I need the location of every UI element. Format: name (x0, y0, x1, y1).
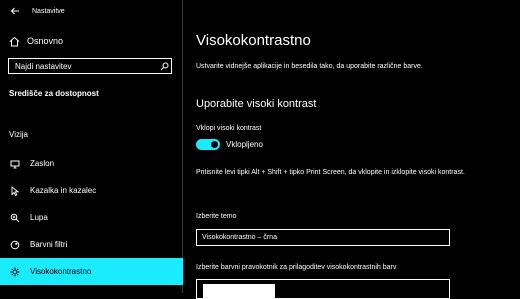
color-rect-panel (196, 279, 450, 299)
search-input[interactable] (9, 61, 157, 71)
page-description: Ustvarite vidnejše aplikacije in besedil… (196, 63, 423, 70)
back-button[interactable] (8, 4, 22, 18)
sidebar-item-magnifier[interactable]: Lupa (0, 204, 183, 231)
nav-home-label: Osnovno (27, 36, 64, 46)
nav-home[interactable]: Osnovno (8, 35, 63, 47)
theme-label: Izberite temo (196, 213, 237, 220)
group-title-vision: Vizija (9, 130, 28, 139)
theme-dropdown[interactable]: Visokokontrastno – črna (196, 229, 450, 246)
nav-list: Zaslon Kazalka in kazalec Lupa Barvni fi… (0, 150, 183, 285)
sidebar-item-label: Lupa (30, 213, 48, 222)
sidebar-item-label: Visokokontrastno (30, 267, 92, 276)
sidebar-item-color-filters[interactable]: Barvni filtri (0, 231, 183, 258)
sidebar-item-high-contrast[interactable]: Visokokontrastno (0, 258, 183, 285)
page-title: Visokokontrastno (196, 32, 311, 49)
sidebar-item-cursor-pointer[interactable]: Kazalka in kazalec (0, 177, 183, 204)
section-title: Uporabite visoki kontrast (196, 98, 317, 110)
search-box[interactable] (8, 58, 172, 74)
sidebar-item-label: Kazalka in kazalec (30, 186, 97, 195)
cursor-icon (9, 185, 21, 197)
accessibility-center-title: Središče za dostopnost (9, 89, 99, 98)
sidebar-item-label: Zaslon (30, 159, 55, 168)
theme-dropdown-value: Visokokontrastno – črna (202, 234, 277, 241)
high-contrast-toggle-row: Vklopljeno (196, 139, 263, 150)
color-rect-label: Izberite barvni pravokotnik za prilagodi… (196, 264, 397, 271)
shortcut-hint: Pritisnite levi tipki Alt + Shift + tipk… (196, 169, 465, 176)
color-swatch-text[interactable] (203, 284, 275, 298)
sidebar: Nastavitve Osnovno Središče za dostopnos… (0, 0, 183, 293)
toggle-knob (211, 141, 218, 148)
main-content: Visokokontrastno Ustvarite vidnejše apli… (196, 0, 520, 299)
title-bar: Nastavitve (8, 4, 65, 18)
home-icon (8, 35, 20, 47)
toggle-label: Vklopi visoki kontrast (196, 125, 262, 132)
magnifier-icon (9, 212, 21, 224)
search-icon[interactable] (157, 59, 171, 73)
contrast-icon (9, 266, 21, 278)
sidebar-item-display[interactable]: Zaslon (0, 150, 183, 177)
color-filter-icon (9, 239, 21, 251)
back-arrow-icon (10, 7, 19, 15)
monitor-icon (9, 158, 21, 170)
high-contrast-toggle[interactable] (196, 139, 220, 150)
app-title: Nastavitve (32, 7, 65, 15)
toggle-state-text: Vklopljeno (226, 140, 263, 149)
sidebar-item-label: Barvni filtri (30, 240, 68, 249)
